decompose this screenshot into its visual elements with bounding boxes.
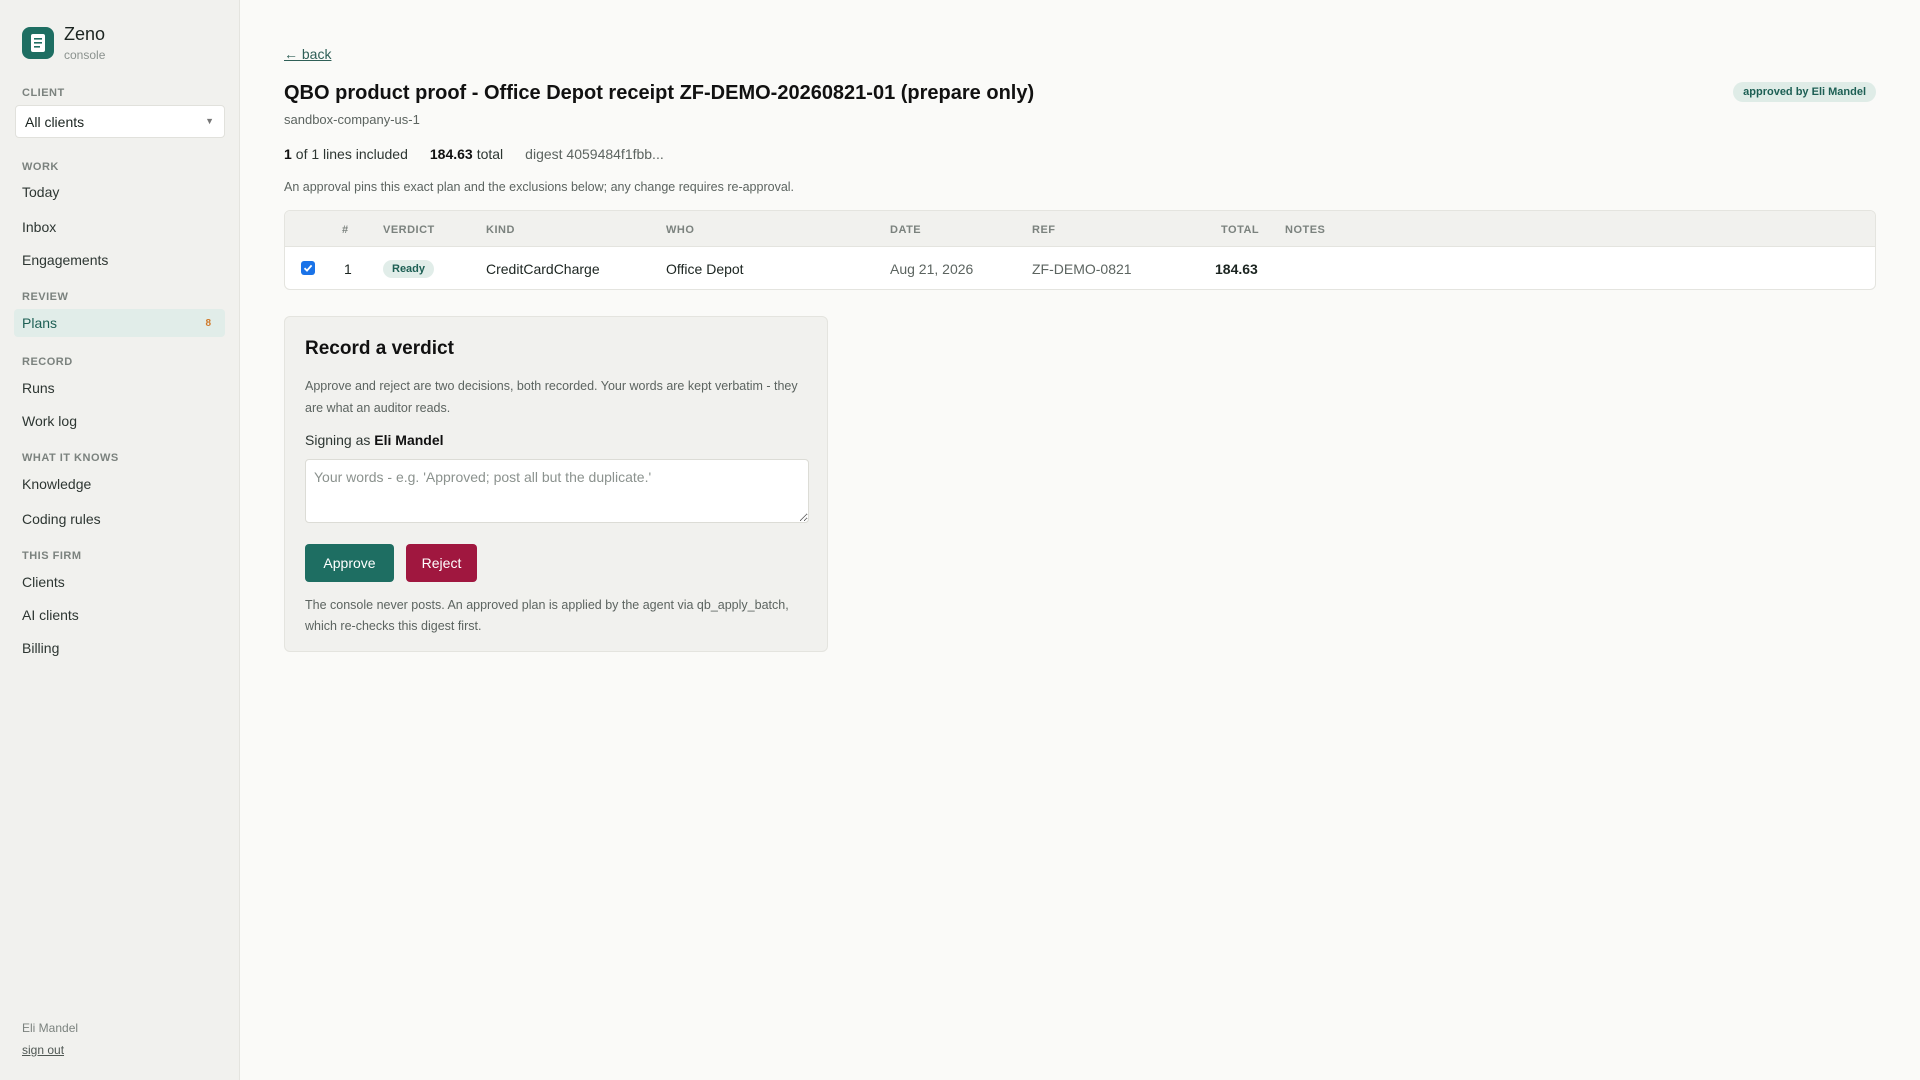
sidebar-item-label: Clients: [22, 574, 65, 590]
digest: digest 4059484f1fbb...: [525, 146, 664, 162]
sidebar-item-work-log[interactable]: Work log: [14, 407, 225, 435]
column-header-num: #: [342, 224, 349, 236]
table-row: 1 Ready CreditCardCharge Office Depot Au…: [285, 247, 1875, 289]
sidebar-item-label: Work log: [22, 413, 77, 429]
line-date: Aug 21, 2026: [890, 261, 974, 277]
total-value: 184.63: [429, 146, 473, 162]
include-line-checkbox[interactable]: [301, 261, 315, 275]
record-section-label: RECORD: [22, 356, 73, 368]
sidebar-item-label: AI clients: [22, 607, 79, 623]
sidebar-item-clients[interactable]: Clients: [14, 568, 225, 596]
line-kind: CreditCardCharge: [486, 261, 600, 277]
signer-name: Eli Mandel: [374, 432, 444, 448]
verdict-words-input[interactable]: [305, 459, 809, 523]
included-text: of 1 lines included: [295, 146, 408, 162]
sidebar-item-ai-clients[interactable]: AI clients: [14, 601, 225, 629]
verdict-footer-note: The console never posts. An approved pla…: [305, 598, 789, 633]
sidebar: Zeno console CLIENT All clients ▼ WORK T…: [0, 0, 240, 1080]
client-select-value: All clients: [25, 113, 85, 130]
signing-prefix: Signing as: [305, 432, 371, 448]
approve-button[interactable]: Approve: [305, 544, 394, 582]
signing-as: Signing as Eli Mandel: [305, 432, 444, 448]
column-header-date: DATE: [890, 224, 922, 236]
client-section-label: CLIENT: [22, 87, 65, 99]
column-header-kind: KIND: [486, 224, 515, 236]
verdict-title: Record a verdict: [305, 338, 454, 359]
reject-button[interactable]: Reject: [406, 544, 477, 582]
work-section-label: WORK: [22, 161, 59, 173]
column-header-ref: REF: [1032, 224, 1056, 236]
verdict-description: Approve and reject are two decisions, bo…: [305, 379, 798, 415]
column-header-who: WHO: [666, 224, 695, 236]
line-ref: ZF-DEMO-0821: [1032, 261, 1132, 277]
sidebar-item-label: Knowledge: [22, 476, 92, 492]
sidebar-item-inbox[interactable]: Inbox: [14, 213, 225, 241]
review-section-label: REVIEW: [22, 291, 69, 303]
chevron-down-icon: ▼: [205, 116, 214, 126]
sidebar-item-label: Runs: [22, 380, 55, 396]
line-total: 184.63: [1215, 261, 1258, 277]
plan-lines-table: # VERDICT KIND WHO DATE REF TOTAL NOTES …: [284, 210, 1876, 290]
verdict-badge: Ready: [383, 260, 435, 278]
sidebar-item-label: Today: [22, 184, 60, 200]
sidebar-item-label: Coding rules: [22, 511, 101, 527]
plan-summary: 1 of 1 lines included 184.63 total diges…: [284, 146, 664, 162]
approved-status-badge: approved by Eli Mandel: [1733, 82, 1876, 102]
table-header: # VERDICT KIND WHO DATE REF TOTAL NOTES: [285, 211, 1875, 247]
sidebar-item-label: Plans: [22, 315, 58, 331]
total-label: total: [476, 146, 504, 162]
sidebar-item-today[interactable]: Today: [14, 178, 225, 206]
sidebar-item-coding-rules[interactable]: Coding rules: [14, 505, 225, 533]
sidebar-item-engagements[interactable]: Engagements: [14, 246, 225, 274]
client-select[interactable]: All clients ▼: [15, 105, 225, 138]
sign-out-link[interactable]: sign out: [22, 1043, 64, 1057]
app-name: Zeno: [64, 24, 106, 44]
plans-count-badge: 8: [205, 317, 211, 329]
line-number: 1: [344, 261, 352, 277]
what-it-knows-section-label: WHAT IT KNOWS: [22, 452, 119, 464]
checkmark-icon: [303, 264, 313, 272]
record-verdict-panel: Record a verdict Approve and reject are …: [284, 316, 828, 652]
column-header-notes: NOTES: [1285, 224, 1326, 236]
notebook-icon: [22, 27, 54, 59]
page-title: QBO product proof - Office Depot receipt…: [284, 82, 1035, 104]
sidebar-item-label: Billing: [22, 640, 60, 656]
current-user-name: Eli Mandel: [22, 1021, 79, 1035]
sidebar-item-knowledge[interactable]: Knowledge: [14, 470, 225, 498]
included-count: 1: [284, 146, 292, 162]
sidebar-item-label: Engagements: [22, 252, 109, 268]
main-content: ← back QBO product proof - Office Depot …: [240, 0, 1920, 1080]
column-header-total: TOTAL: [1221, 224, 1260, 236]
sidebar-item-billing[interactable]: Billing: [14, 634, 225, 662]
line-who: Office Depot: [666, 261, 744, 277]
approval-note: An approval pins this exact plan and the…: [284, 180, 795, 194]
back-link[interactable]: ← back: [284, 46, 331, 62]
this-firm-section-label: THIS FIRM: [22, 550, 82, 562]
company-id: sandbox-company-us-1: [284, 112, 420, 127]
sidebar-item-runs[interactable]: Runs: [14, 374, 225, 402]
app-subtitle: console: [64, 48, 106, 62]
brand: Zeno console: [22, 24, 105, 62]
sidebar-item-label: Inbox: [22, 219, 57, 235]
sidebar-item-plans[interactable]: Plans 8: [14, 309, 225, 337]
column-header-verdict: VERDICT: [383, 224, 435, 236]
